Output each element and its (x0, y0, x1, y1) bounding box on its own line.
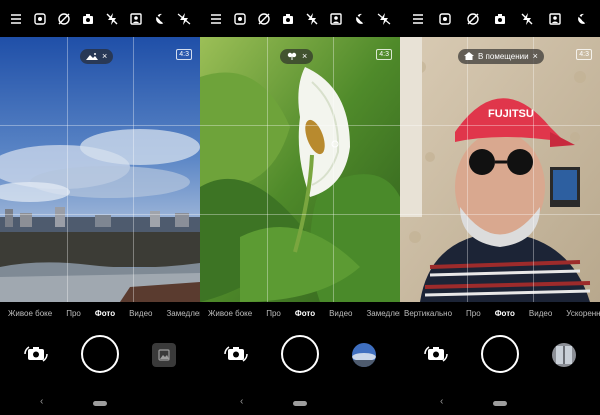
camera-panel-flower: × 4:3 Живое боке Про Фото Видео Замедлен… (200, 0, 400, 415)
mode-selector: Живое боке Про Фото Видео Замедленн (0, 302, 200, 324)
camera-settings-bar (400, 0, 600, 37)
hdr-off-icon[interactable] (465, 11, 481, 27)
camera-settings-bar (0, 0, 200, 37)
system-nav-bar: ‹ (0, 392, 200, 412)
flash-off-icon[interactable] (304, 11, 320, 27)
shutter-button[interactable] (481, 335, 519, 373)
back-icon[interactable]: ‹ (440, 396, 443, 407)
camera-settings-bar (200, 0, 400, 37)
switch-camera-icon (424, 346, 448, 362)
flower-icon (286, 52, 298, 62)
mode-selector: Живое боке Про Фото Видео Замедленн (200, 302, 400, 324)
viewfinder[interactable]: × 4:3 (0, 37, 200, 302)
shutter-button[interactable] (81, 335, 119, 373)
mode-photo[interactable]: Фото (495, 309, 515, 318)
switch-camera-icon (224, 346, 248, 362)
mode-video[interactable]: Видео (129, 309, 152, 318)
gallery-icon (158, 349, 170, 361)
flash-off-icon[interactable] (104, 11, 120, 27)
portrait-icon[interactable] (328, 11, 344, 27)
camera-panel-portrait: FUJITSU В помещении × 4:3 Вертикально Пр… (400, 0, 600, 415)
portrait-icon[interactable] (128, 11, 144, 27)
flower-preview-image (200, 37, 400, 302)
mode-pro[interactable]: Про (466, 309, 481, 318)
night-icon[interactable] (352, 11, 368, 27)
mode-vertical[interactable]: Вертикально (404, 309, 452, 318)
aspect-ratio-badge[interactable]: 4:3 (576, 49, 592, 60)
scene-detection-chip[interactable]: В помещении × (458, 49, 544, 64)
portrait-icon[interactable] (547, 11, 563, 27)
aspect-ratio-badge[interactable]: 4:3 (376, 49, 392, 60)
close-icon[interactable]: × (533, 52, 538, 61)
viewfinder[interactable]: × 4:3 (200, 37, 400, 302)
menu-icon[interactable] (208, 11, 224, 27)
sky-photo-thumbnail (352, 343, 376, 367)
mode-photo[interactable]: Фото (95, 309, 115, 318)
bokeh-icon[interactable] (80, 11, 96, 27)
shutter-button[interactable] (281, 335, 319, 373)
switch-camera-icon (24, 346, 48, 362)
aspect-ratio-badge[interactable]: 4:3 (176, 49, 192, 60)
scene-detection-chip[interactable]: × (80, 49, 114, 64)
switch-camera-button[interactable] (422, 340, 450, 368)
mode-pro[interactable]: Про (266, 309, 281, 318)
back-icon[interactable]: ‹ (240, 396, 243, 407)
gallery-thumbnail[interactable] (352, 343, 376, 367)
scene-label: В помещении (478, 52, 529, 61)
bokeh-icon[interactable] (492, 11, 508, 27)
flash-auto-icon[interactable] (376, 11, 392, 27)
mode-live-bokeh[interactable]: Живое боке (208, 309, 252, 318)
scene-detection-chip[interactable]: × (280, 49, 314, 64)
mode-video[interactable]: Видео (329, 309, 352, 318)
landscape-icon (86, 52, 98, 62)
menu-icon[interactable] (8, 11, 24, 27)
bokeh-icon[interactable] (280, 11, 296, 27)
system-nav-bar: ‹ (200, 392, 400, 412)
home-pill[interactable] (493, 401, 507, 406)
capture-controls (0, 330, 200, 378)
system-nav-bar: ‹ (400, 392, 600, 412)
indoor-icon (464, 51, 474, 62)
viewfinder[interactable]: FUJITSU В помещении × 4:3 (400, 37, 600, 302)
capture-controls (200, 330, 400, 378)
mode-live-bokeh[interactable]: Живое боке (8, 309, 52, 318)
home-pill[interactable] (293, 401, 307, 406)
timer-icon[interactable] (232, 11, 248, 27)
svg-text:FUJITSU: FUJITSU (488, 108, 534, 120)
mode-photo[interactable]: Фото (295, 309, 315, 318)
timer-icon[interactable] (32, 11, 48, 27)
home-pill[interactable] (93, 401, 107, 406)
night-icon[interactable] (152, 11, 168, 27)
capture-controls (400, 330, 600, 378)
night-icon[interactable] (574, 11, 590, 27)
window-photo-thumbnail (552, 343, 576, 367)
close-icon[interactable]: × (302, 52, 307, 61)
menu-icon[interactable] (410, 11, 426, 27)
close-icon[interactable]: × (102, 52, 107, 61)
mode-time-lapse[interactable]: Ускоренное (566, 309, 600, 318)
mode-pro[interactable]: Про (66, 309, 81, 318)
flash-off-icon[interactable] (519, 11, 535, 27)
mode-slow-motion[interactable]: Замедленн (366, 309, 400, 318)
switch-camera-button[interactable] (22, 340, 50, 368)
mode-video[interactable]: Видео (529, 309, 552, 318)
switch-camera-button[interactable] (222, 340, 250, 368)
gallery-thumbnail[interactable] (152, 343, 176, 367)
mode-selector: Вертикально Про Фото Видео Ускоренное (400, 302, 600, 324)
gallery-thumbnail[interactable] (552, 343, 576, 367)
flash-auto-icon[interactable] (176, 11, 192, 27)
hdr-off-icon[interactable] (256, 11, 272, 27)
camera-panel-landscape: × 4:3 Живое боке Про Фото Видео Замедлен… (0, 0, 200, 415)
hdr-off-icon[interactable] (56, 11, 72, 27)
landscape-preview-image (0, 37, 200, 302)
timer-icon[interactable] (437, 11, 453, 27)
mode-slow-motion[interactable]: Замедленн (166, 309, 200, 318)
back-icon[interactable]: ‹ (40, 396, 43, 407)
portrait-preview-image: FUJITSU (400, 37, 600, 302)
